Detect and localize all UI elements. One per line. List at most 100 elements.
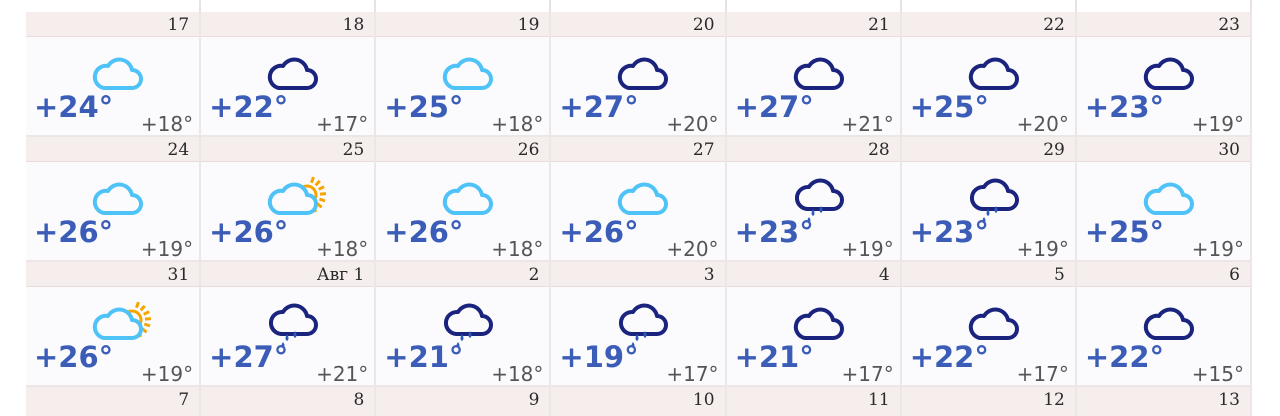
- day-cell[interactable]: 12: [901, 387, 1077, 416]
- cloud-light-icon: [438, 48, 496, 94]
- day-temperature: +26°: [34, 215, 114, 249]
- day-temperature: +27°: [559, 90, 639, 124]
- day-date: 27: [692, 140, 715, 160]
- date-band: [201, 387, 375, 416]
- day-date: 11: [868, 390, 890, 410]
- day-cell[interactable]: 18 +22° +17°: [201, 12, 377, 137]
- day-temperature: +23°: [909, 215, 989, 249]
- cloud-dark-icon: [1139, 298, 1197, 344]
- date-band: [901, 262, 1075, 287]
- day-temperature: +22°: [909, 340, 989, 374]
- day-cell[interactable]: 31 +26° +19°: [26, 262, 202, 387]
- day-cell[interactable]: 28 +23° +19°: [726, 137, 902, 262]
- day-temperature: +25°: [909, 90, 989, 124]
- day-date: 10: [692, 390, 715, 410]
- day-temperature: +22°: [1084, 340, 1164, 374]
- date-band: [1076, 262, 1250, 287]
- day-cell[interactable]: 29 +23° +19°: [901, 137, 1077, 262]
- cloud-dark-icon: [613, 48, 671, 94]
- cloud-rain-icon: [438, 298, 496, 348]
- day-cell[interactable]: 21 +27° +21°: [726, 12, 902, 137]
- day-date: 7: [178, 390, 190, 410]
- cloud-dark-icon: [964, 298, 1022, 344]
- night-temperature: +18°: [491, 362, 544, 386]
- day-date: 30: [1218, 140, 1240, 160]
- day-date: 2: [528, 265, 540, 285]
- sun-cloud-icon: [88, 298, 152, 344]
- day-temperature: +22°: [209, 90, 289, 124]
- day-date: 21: [868, 15, 890, 35]
- night-temperature: +18°: [316, 237, 369, 261]
- day-temperature: +23°: [1084, 90, 1164, 124]
- day-cell[interactable]: 2 +21° +18°: [376, 262, 552, 387]
- day-cell[interactable]: 3 +19° +17°: [551, 262, 727, 387]
- day-date: 29: [1043, 140, 1065, 160]
- cloud-rain-icon: [263, 298, 321, 348]
- day-cell[interactable]: 24 +26° +19°: [26, 137, 202, 262]
- calendar-grid: 17 +24° +18° 18 +22° +17° 19 +25° +18° 20 +27° +20°…: [26, 12, 1252, 387]
- night-temperature: +20°: [666, 237, 719, 261]
- day-cell[interactable]: 4 +21° +17°: [726, 262, 902, 387]
- day-date: 31: [167, 265, 190, 285]
- day-temperature: +21°: [734, 340, 814, 374]
- date-band: [376, 262, 550, 287]
- day-cell[interactable]: 10: [551, 387, 727, 416]
- night-temperature: +17°: [1016, 362, 1069, 386]
- cloud-dark-icon: [1139, 48, 1197, 94]
- day-cell[interactable]: 30 +25° +19°: [1076, 137, 1252, 262]
- day-date: 18: [342, 15, 365, 35]
- day-date: 13: [1218, 390, 1240, 410]
- cloud-rain-icon: [613, 298, 671, 348]
- day-date: 26: [517, 140, 540, 160]
- day-temperature: +21°: [384, 340, 464, 374]
- night-temperature: +21°: [841, 112, 894, 136]
- day-cell[interactable]: 17 +24° +18°: [26, 12, 202, 137]
- cloud-light-icon: [1139, 173, 1197, 219]
- weather-calendar: 17 +24° +18° 18 +22° +17° 19 +25° +18° 20 +27° +20°…: [26, 0, 1252, 416]
- day-date: 5: [1054, 265, 1065, 285]
- day-temperature: +19°: [559, 340, 639, 374]
- day-cell[interactable]: 26 +26° +18°: [376, 137, 552, 262]
- day-cell[interactable]: 9: [376, 387, 552, 416]
- day-cell[interactable]: Авг 1 +27° +21°: [201, 262, 377, 387]
- night-temperature: +18°: [140, 112, 194, 136]
- day-cell[interactable]: 22 +25° +20°: [901, 12, 1077, 137]
- day-temperature: +27°: [209, 340, 289, 374]
- day-cell[interactable]: 6 +22° +15°: [1076, 262, 1252, 387]
- day-cell[interactable]: 20 +27° +20°: [551, 12, 727, 137]
- night-temperature: +19°: [1016, 237, 1069, 261]
- day-date: Авг 1: [316, 265, 365, 285]
- day-date: 3: [703, 265, 715, 285]
- day-cell[interactable]: 13: [1076, 387, 1252, 416]
- day-date: 19: [517, 15, 540, 35]
- cloud-light-icon: [613, 173, 671, 219]
- day-cell[interactable]: 25 +26° +18°: [201, 137, 377, 262]
- date-band: [26, 387, 200, 416]
- day-cell[interactable]: 7: [26, 387, 202, 416]
- day-date: 28: [868, 140, 890, 160]
- night-temperature: +20°: [1016, 112, 1069, 136]
- day-date: 9: [528, 390, 540, 410]
- cloud-light-icon: [88, 48, 146, 94]
- day-cell[interactable]: 27 +26° +20°: [551, 137, 727, 262]
- day-date: 4: [878, 265, 890, 285]
- day-temperature: +27°: [734, 90, 814, 124]
- day-cell[interactable]: 8: [201, 387, 377, 416]
- day-cell[interactable]: 19 +25° +18°: [376, 12, 552, 137]
- day-date: 24: [167, 140, 190, 160]
- cloud-dark-icon: [789, 298, 847, 344]
- day-temperature: +25°: [384, 90, 464, 124]
- day-cell[interactable]: 5 +22° +17°: [901, 262, 1077, 387]
- cloud-light-icon: [88, 173, 146, 219]
- day-cell[interactable]: 23 +23° +19°: [1076, 12, 1252, 137]
- cloud-light-icon: [438, 173, 496, 219]
- night-temperature: +18°: [491, 237, 544, 261]
- day-cell[interactable]: 11: [726, 387, 902, 416]
- night-temperature: +19°: [1191, 237, 1244, 261]
- day-date: 23: [1218, 15, 1240, 35]
- date-band: [376, 387, 550, 416]
- day-date: 25: [342, 140, 365, 160]
- day-date: 8: [353, 390, 365, 410]
- day-temperature: +26°: [559, 215, 639, 249]
- night-temperature: +19°: [140, 362, 194, 386]
